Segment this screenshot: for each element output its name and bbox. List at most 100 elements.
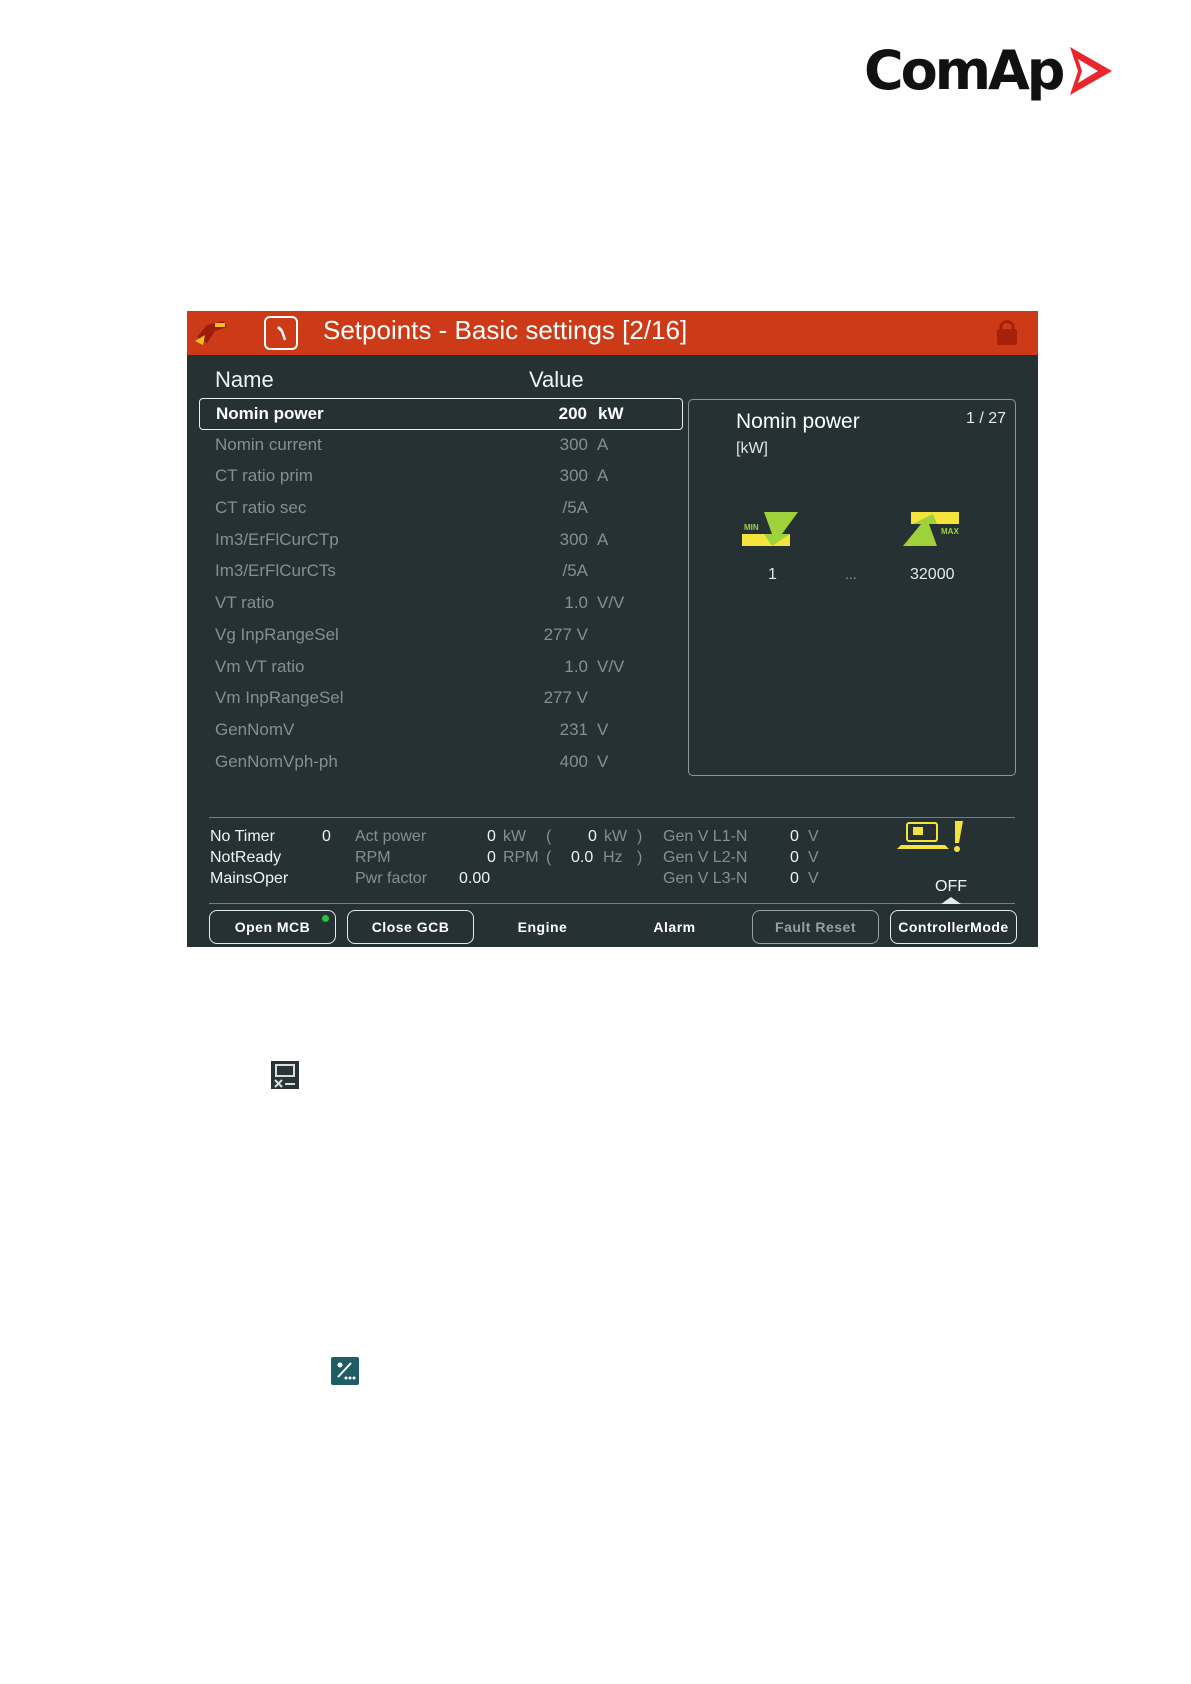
setpoint-unit: A xyxy=(597,466,609,486)
setpoint-name: CT ratio sec xyxy=(215,498,307,518)
setpoint-name: CT ratio prim xyxy=(215,466,313,486)
close-gcb-label: Close GCB xyxy=(371,919,450,935)
rpm-unit: RPM xyxy=(503,849,539,866)
setpoint-unit: A xyxy=(597,434,609,454)
max-label: MAX xyxy=(941,527,959,536)
detail-max-value: 32000 xyxy=(910,566,955,583)
gen-v-l1-unit: V xyxy=(808,828,819,845)
page-title: Setpoints - Basic settings [2/16] xyxy=(323,315,688,345)
power-factor-value: 0.00 xyxy=(459,870,491,887)
rpm-paren-open: ( xyxy=(546,849,552,866)
fault-reset-label: Fault Reset xyxy=(775,919,856,935)
setpoint-value: 1.0 xyxy=(564,593,588,613)
setpoint-row-gennomv[interactable]: GenNomV 231 V xyxy=(199,715,683,747)
setpoint-value: 300 xyxy=(559,529,588,549)
gen-v-l2-label: Gen V L2-N xyxy=(663,849,748,866)
column-header-value: Value xyxy=(529,367,584,392)
gen-v-l2-value: 0 xyxy=(790,849,799,866)
act-power-paren-open: ( xyxy=(546,828,552,845)
setpoint-row-vg-inprangesel[interactable]: Vg InpRangeSel 277 V xyxy=(199,620,683,652)
max-value-icon: MAX xyxy=(903,512,959,546)
detail-page-counter: 1 / 27 xyxy=(965,410,1006,427)
detail-unit: [kW] xyxy=(736,440,768,457)
setpoint-unit: V xyxy=(597,751,609,771)
open-mcb-label: Open MCB xyxy=(234,919,311,935)
breaker-state: MainsOper xyxy=(210,870,289,887)
terminal-exit-icon xyxy=(271,1061,299,1089)
setpoint-value: 300 xyxy=(559,434,588,454)
engine-label: Engine xyxy=(517,919,568,935)
setpoint-value: 300 xyxy=(559,466,588,486)
logo-text: ComAp xyxy=(864,39,1065,102)
gen-v-l1-label: Gen V L1-N xyxy=(663,828,748,845)
setpoint-row-nomin-power[interactable]: Nomin power 200 kW xyxy=(199,398,683,430)
percent-edit-icon xyxy=(331,1357,359,1385)
act-power-paren-close: ) xyxy=(637,828,643,845)
setpoint-row-gennomvph-ph[interactable]: GenNomVph-ph 400 V xyxy=(199,747,683,779)
setpoint-row-vm-inprangesel[interactable]: Vm InpRangeSel 277 V xyxy=(199,683,683,715)
column-header-name: Name xyxy=(215,367,274,392)
setpoint-row-vm-vt-ratio[interactable]: Vm VT ratio 1.0 V/V xyxy=(199,652,683,684)
detail-min-value: 1 xyxy=(768,566,777,583)
setpoint-value: /5A xyxy=(562,498,588,518)
act-power-unit-2: kW xyxy=(604,828,628,845)
setpoint-row-ct-ratio-sec[interactable]: CT ratio sec /5A xyxy=(199,493,683,525)
comap-logo: ComAp xyxy=(864,44,1114,98)
detail-title: Nomin power xyxy=(736,410,860,433)
setpoint-name: Im3/ErFlCurCTp xyxy=(215,529,339,549)
status-separator-bottom xyxy=(209,903,1015,904)
setpoint-name: Vm VT ratio xyxy=(215,656,305,676)
setpoint-name: GenNomVph-ph xyxy=(215,751,338,771)
controller-mode-button[interactable]: ControllerMode xyxy=(890,910,1017,944)
detail-range-dots: ... xyxy=(845,566,857,582)
frequency-unit: Hz xyxy=(603,849,623,866)
setpoint-row-vt-ratio[interactable]: VT ratio 1.0 V/V xyxy=(199,588,683,620)
timer-value: 0 xyxy=(322,828,331,845)
setpoint-name: Vg InpRangeSel xyxy=(215,624,339,644)
frequency-value: 0.0 xyxy=(571,849,594,866)
act-power-label: Act power xyxy=(355,828,427,845)
act-power-value: 0 xyxy=(487,828,496,845)
setpoint-name: VT ratio xyxy=(215,593,275,613)
alarm-button[interactable]: Alarm xyxy=(611,910,738,944)
fault-reset-button[interactable]: Fault Reset xyxy=(752,910,879,944)
setpoint-value: /5A xyxy=(562,561,588,581)
gen-v-l1-value: 0 xyxy=(790,828,799,845)
mcb-status-led-icon xyxy=(322,915,329,922)
title-bar: Setpoints - Basic settings [2/16] xyxy=(187,311,1038,355)
logo-arrow-icon xyxy=(1070,47,1113,95)
rpm-label: RPM xyxy=(355,849,391,866)
status-separator-top xyxy=(209,817,1015,818)
setpoint-row-im3-erflcurctp[interactable]: Im3/ErFlCurCTp 300 A xyxy=(199,525,683,557)
timer-label: No Timer xyxy=(210,828,275,845)
setpoint-value: 231 xyxy=(559,719,588,739)
open-mcb-button[interactable]: Open MCB xyxy=(209,910,336,944)
setpoints-wrench-icon[interactable] xyxy=(264,316,298,350)
power-factor-label: Pwr factor xyxy=(355,870,428,887)
mode-pointer-icon xyxy=(941,897,961,904)
gen-v-l2-unit: V xyxy=(808,849,819,866)
setpoint-value: 277 V xyxy=(543,624,588,644)
lock-icon[interactable] xyxy=(994,317,1020,347)
controller-mode-value: OFF xyxy=(935,878,967,895)
controller-screen: Setpoints - Basic settings [2/16] Name V… xyxy=(187,311,1038,947)
setpoint-unit: V/V xyxy=(597,656,625,676)
alarm-warning-icon[interactable] xyxy=(897,819,971,855)
setpoint-detail-panel: Nomin power 1 / 27 [kW] MIN MAX 1 ... 32… xyxy=(688,399,1016,776)
gen-v-l3-value: 0 xyxy=(790,870,799,887)
min-label: MIN xyxy=(744,523,759,532)
setpoint-name: Im3/ErFlCurCTs xyxy=(215,561,336,581)
setpoint-row-im3-erflcurcts[interactable]: Im3/ErFlCurCTs /5A xyxy=(199,556,683,588)
setpoint-row-nomin-current[interactable]: Nomin current 300 A xyxy=(199,430,683,462)
setpoint-row-ct-ratio-prim[interactable]: CT ratio prim 300 A xyxy=(199,461,683,493)
engine-button[interactable]: Engine xyxy=(479,910,606,944)
rpm-paren-close: ) xyxy=(637,849,643,866)
act-power-unit: kW xyxy=(503,828,527,845)
close-gcb-button[interactable]: Close GCB xyxy=(347,910,474,944)
rpm-value: 0 xyxy=(487,849,496,866)
setpoint-name: Nomin current xyxy=(215,434,322,454)
setpoint-value: 1.0 xyxy=(564,656,588,676)
setpoint-value: 200 xyxy=(558,404,587,423)
setpoint-name: GenNomV xyxy=(215,719,295,739)
min-value-icon: MIN xyxy=(742,512,798,546)
